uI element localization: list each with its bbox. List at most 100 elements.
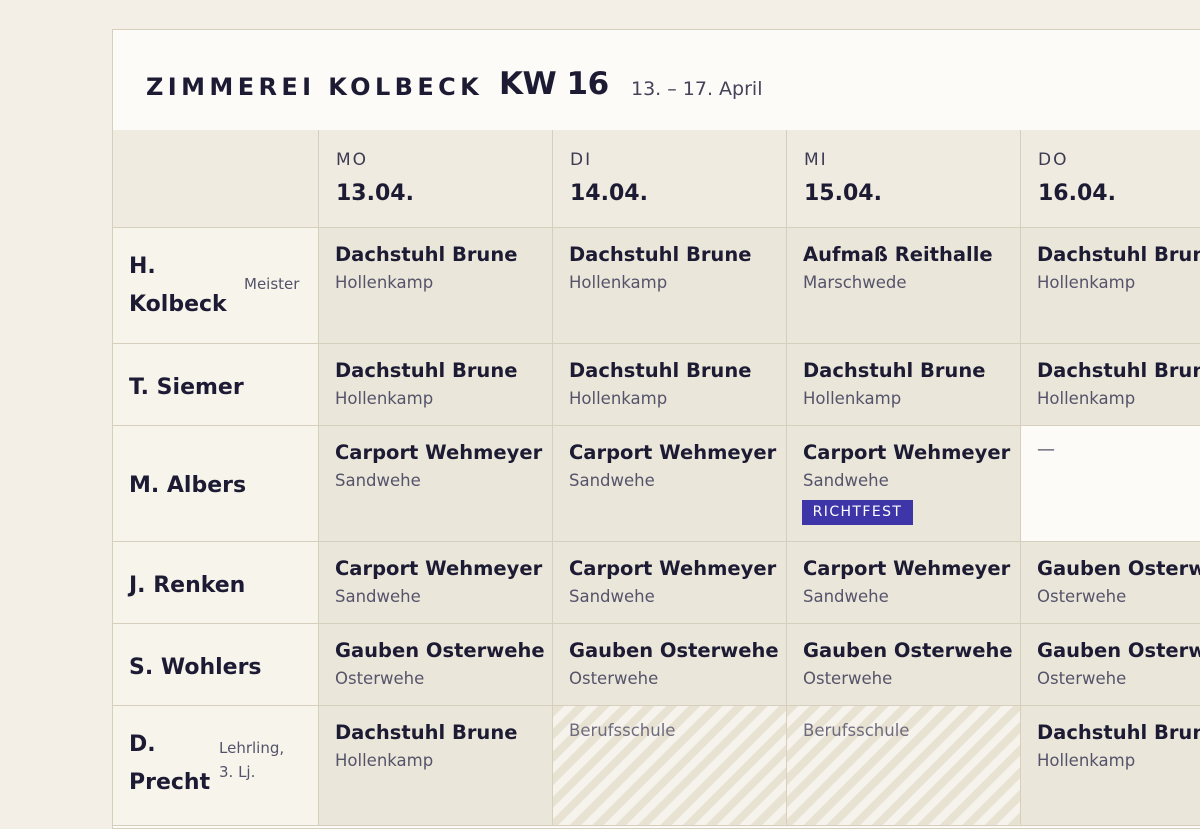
day-header-do: DO 16.04. bbox=[1021, 130, 1200, 228]
company-name: ZIMMEREI KOLBECK bbox=[146, 73, 484, 101]
school-label: Berufsschule bbox=[569, 721, 676, 740]
project-name: Dachstuhl Brune bbox=[1037, 243, 1200, 266]
project-location: Hollenkamp bbox=[803, 389, 902, 408]
project-location: Osterwehe bbox=[803, 669, 893, 688]
project-name: Aufmaß Reithalle bbox=[803, 243, 993, 266]
event-badge: RICHTFEST bbox=[802, 500, 913, 525]
project-name: Dachstuhl Brune bbox=[335, 721, 518, 744]
employee-name: S. Wohlers bbox=[129, 655, 262, 680]
assignment-cell[interactable]: Carport Wehmeyer Sandwehe bbox=[553, 426, 787, 542]
school-cell[interactable]: Berufsschule bbox=[553, 706, 787, 826]
school-cell[interactable]: Berufsschule bbox=[787, 706, 1021, 826]
project-location: Osterwehe bbox=[1037, 587, 1127, 606]
project-location: Osterwehe bbox=[1037, 669, 1127, 688]
project-name: Dachstuhl Brune bbox=[1037, 359, 1200, 382]
assignment-cell[interactable]: Carport Wehmeyer Sandwehe bbox=[553, 542, 787, 624]
project-name: Carport Wehmeyer bbox=[803, 441, 1011, 464]
assignment-cell[interactable]: Dachstuhl Brune Hollenkamp bbox=[553, 228, 787, 344]
day-date: 16.04. bbox=[1038, 181, 1116, 206]
assignment-cell[interactable]: Gauben Osterwehe Osterwehe bbox=[787, 624, 1021, 706]
employee-name: T. Siemer bbox=[129, 375, 244, 400]
assignment-cell[interactable]: Dachstuhl Brune Hollenkamp bbox=[787, 344, 1021, 426]
project-location: Sandwehe bbox=[335, 471, 421, 490]
project-location: Osterwehe bbox=[335, 669, 425, 688]
project-name: Gauben Osterwehe bbox=[1037, 557, 1200, 580]
grid-corner bbox=[113, 130, 319, 228]
assignment-cell[interactable]: Carport Wehmeyer Sandwehe bbox=[319, 542, 553, 624]
assignment-cell[interactable]: Gauben Osterwehe Osterwehe bbox=[1021, 624, 1200, 706]
no-assignment-dash: — bbox=[1037, 439, 1055, 460]
employee-name-cell: H. Kolbeck Meister bbox=[113, 228, 319, 344]
assignment-cell[interactable]: Dachstuhl Brune Hollenkamp bbox=[319, 228, 553, 344]
project-name: Gauben Osterwehe bbox=[803, 639, 1013, 662]
day-abbr: DO bbox=[1038, 150, 1069, 170]
project-name: Carport Wehmeyer bbox=[569, 557, 777, 580]
project-location: Hollenkamp bbox=[569, 273, 668, 292]
project-name: Dachstuhl Brune bbox=[1037, 721, 1200, 744]
project-location: Sandwehe bbox=[569, 471, 655, 490]
day-abbr: DI bbox=[570, 150, 593, 170]
project-name: Carport Wehmeyer bbox=[569, 441, 777, 464]
employee-name-cell: T. Siemer bbox=[113, 344, 319, 426]
employee-name: D. bbox=[129, 732, 156, 757]
project-location: Hollenkamp bbox=[1037, 751, 1136, 770]
day-date: 13.04. bbox=[336, 181, 414, 206]
project-location: Hollenkamp bbox=[569, 389, 668, 408]
project-location: Hollenkamp bbox=[1037, 389, 1136, 408]
assignment-cell[interactable]: Carport Wehmeyer Sandwehe bbox=[787, 542, 1021, 624]
project-name: Dachstuhl Brune bbox=[803, 359, 986, 382]
project-name: Carport Wehmeyer bbox=[335, 557, 543, 580]
employee-name: Kolbeck bbox=[129, 292, 227, 317]
empty-cell[interactable]: — bbox=[1021, 426, 1200, 542]
week-number: KW 16 bbox=[499, 66, 609, 102]
project-name: Carport Wehmeyer bbox=[335, 441, 543, 464]
employee-name: Precht bbox=[129, 770, 211, 795]
project-name: Gauben Osterwehe bbox=[1037, 639, 1200, 662]
assignment-cell[interactable]: Carport Wehmeyer Sandwehe bbox=[319, 426, 553, 542]
project-location: Sandwehe bbox=[569, 587, 655, 606]
assignment-cell[interactable]: Dachstuhl Brune Hollenkamp bbox=[319, 344, 553, 426]
day-header-mo: MO 13.04. bbox=[319, 130, 553, 228]
assignment-cell[interactable]: Dachstuhl Brune Hollenkamp bbox=[319, 706, 553, 826]
project-name: Dachstuhl Brune bbox=[569, 359, 752, 382]
assignment-cell[interactable]: Gauben Osterwehe Osterwehe bbox=[1021, 542, 1200, 624]
assignment-cell[interactable]: Dachstuhl Brune Hollenkamp bbox=[553, 344, 787, 426]
employee-name-cell: S. Wohlers bbox=[113, 624, 319, 706]
school-label: Berufsschule bbox=[803, 721, 910, 740]
project-location: Marschwede bbox=[803, 273, 907, 292]
employee-name: J. Renken bbox=[129, 573, 246, 598]
assignment-cell[interactable]: Carport Wehmeyer Sandwehe RICHTFEST bbox=[787, 426, 1021, 542]
project-location: Hollenkamp bbox=[335, 273, 434, 292]
day-abbr: MI bbox=[804, 150, 828, 170]
assignment-cell[interactable]: Dachstuhl Brune Hollenkamp bbox=[1021, 344, 1200, 426]
project-location: Hollenkamp bbox=[1037, 273, 1136, 292]
day-header-di: DI 14.04. bbox=[553, 130, 787, 228]
project-location: Sandwehe bbox=[803, 471, 889, 490]
employee-name: M. Albers bbox=[129, 473, 247, 498]
day-date: 14.04. bbox=[570, 181, 648, 206]
project-name: Dachstuhl Brune bbox=[569, 243, 752, 266]
assignment-cell[interactable]: Aufmaß Reithalle Marschwede bbox=[787, 228, 1021, 344]
project-location: Hollenkamp bbox=[335, 389, 434, 408]
project-location: Osterwehe bbox=[569, 669, 659, 688]
week-date-range: 13. – 17. April bbox=[631, 78, 763, 100]
project-location: Sandwehe bbox=[335, 587, 421, 606]
project-location: Hollenkamp bbox=[335, 751, 434, 770]
day-date: 15.04. bbox=[804, 181, 882, 206]
assignment-cell[interactable]: Dachstuhl Brune Hollenkamp bbox=[1021, 228, 1200, 344]
assignment-cell[interactable]: Gauben Osterwehe Osterwehe bbox=[319, 624, 553, 706]
project-name: Dachstuhl Brune bbox=[335, 243, 518, 266]
project-location: Sandwehe bbox=[803, 587, 889, 606]
project-name: Gauben Osterwehe bbox=[335, 639, 545, 662]
schedule-header: ZIMMEREI KOLBECK KW 16 13. – 17. April bbox=[113, 30, 1200, 131]
employee-name-cell: M. Albers bbox=[113, 426, 319, 542]
assignment-cell[interactable]: Gauben Osterwehe Osterwehe bbox=[553, 624, 787, 706]
assignment-cell[interactable]: Dachstuhl Brune Hollenkamp bbox=[1021, 706, 1200, 826]
employee-name-cell: J. Renken bbox=[113, 542, 319, 624]
project-name: Carport Wehmeyer bbox=[803, 557, 1011, 580]
schedule-board: ZIMMEREI KOLBECK KW 16 13. – 17. April M… bbox=[112, 29, 1200, 829]
employee-name-cell: D. Precht Lehrling, 3. Lj. bbox=[113, 706, 319, 826]
employee-role: 3. Lj. bbox=[219, 763, 256, 781]
day-abbr: MO bbox=[336, 150, 369, 170]
employee-name: H. bbox=[129, 254, 156, 279]
